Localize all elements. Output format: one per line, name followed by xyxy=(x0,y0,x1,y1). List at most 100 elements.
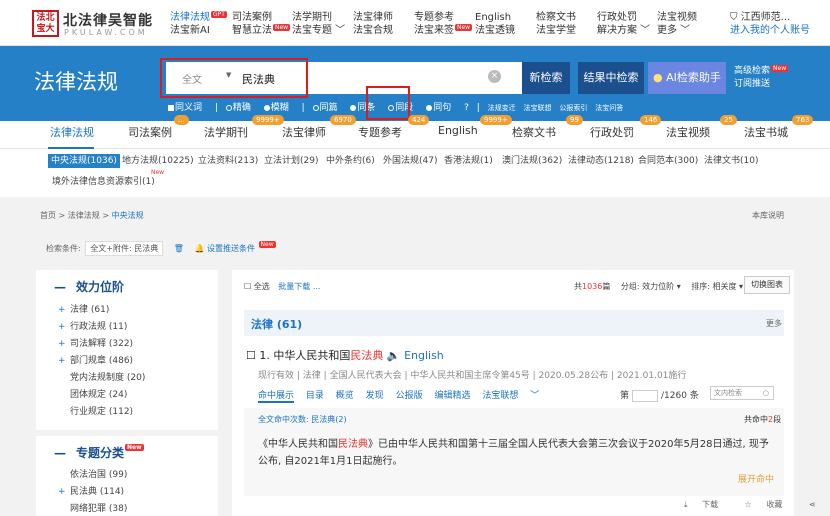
nav-topics[interactable]: 法宝专题 xyxy=(292,25,332,36)
tab-journals[interactable]: 法学期刊 xyxy=(204,124,248,140)
link-gazette-index[interactable]: 公报索引 xyxy=(559,104,587,112)
advanced-search-link[interactable]: 高级检索 xyxy=(734,66,770,76)
action-editor-picks[interactable]: 编辑精选 xyxy=(434,391,470,401)
nav-new-ai[interactable]: 法宝新AI xyxy=(170,24,227,37)
sort-select[interactable]: 排序: 相关度 xyxy=(691,282,736,291)
subscribe-link[interactable]: 订阅推送 xyxy=(734,78,788,91)
caret-down-icon[interactable]: ▾ xyxy=(674,282,681,291)
filter-title[interactable]: — 专题分类 New xyxy=(54,444,144,461)
action-overview[interactable]: 概览 xyxy=(336,391,354,401)
filter-item[interactable]: + 行政法规 (11) xyxy=(58,319,127,332)
subcat-local[interactable]: 地方法规(10225) xyxy=(122,154,194,168)
filter-item[interactable]: + 司法解释 (322) xyxy=(58,336,133,349)
filter-title[interactable]: — 效力位阶 xyxy=(54,278,124,295)
filter-item[interactable]: + 部门规章 (486) xyxy=(58,353,133,366)
trash-icon[interactable]: 🗑 xyxy=(174,244,184,253)
switch-chart-button[interactable]: 切换图表 xyxy=(744,276,790,294)
nav-col-procuratorate[interactable]: 检察文书 法宝学堂 xyxy=(536,11,576,37)
more-icon[interactable]: ... xyxy=(313,282,321,291)
clear-icon[interactable]: × xyxy=(488,70,501,83)
subcat-treaties[interactable]: 中外条约(6) xyxy=(326,154,375,168)
same-sentence-option[interactable]: 同句 xyxy=(426,103,456,113)
personal-account-link[interactable]: 进入我的个人账号 xyxy=(730,24,810,37)
tab-lawyers[interactable]: 法宝律师 xyxy=(282,124,326,140)
caret-down-icon[interactable]: ▾ xyxy=(737,282,743,291)
nav-lawyers[interactable]: 法宝律师 xyxy=(353,11,393,24)
precise-option[interactable]: 精确 xyxy=(225,103,256,113)
set-push-condition-link[interactable]: 设置推送条件 xyxy=(207,244,255,253)
tab-penalty[interactable]: 行政处罚 xyxy=(590,124,634,140)
action-discover[interactable]: 发现 xyxy=(366,391,384,401)
nav-video[interactable]: 法宝视频 xyxy=(657,11,697,24)
action-hits[interactable]: 命中展示 xyxy=(258,391,294,401)
favorite-button[interactable]: ☆ 收藏 xyxy=(733,500,783,509)
filter-item[interactable]: + 法律 (61) xyxy=(58,302,109,315)
synonym-option[interactable]: 同义词 xyxy=(168,103,207,113)
link-association[interactable]: 法宝联想 xyxy=(524,104,552,112)
share-button[interactable]: ⋖ 分享 xyxy=(797,500,830,509)
ai-search-assistant-button[interactable]: ● AI检索助手 xyxy=(648,62,726,94)
select-all-checkbox[interactable]: ☐ 全选 xyxy=(244,282,270,291)
user-org[interactable]: 江西师范... xyxy=(741,12,791,23)
crumb-home[interactable]: 首页 xyxy=(40,211,56,220)
same-piece-option[interactable]: 同篇 xyxy=(312,103,343,113)
nav-col-video[interactable]: 法宝视频 更多 ﹀ xyxy=(657,11,697,37)
nav-col-journals[interactable]: 法学期刊 法宝专题 ﹀ xyxy=(292,11,345,37)
subcat-news[interactable]: 法律动态(1218) xyxy=(568,154,634,168)
action-association[interactable]: 法宝联想 ﹀ xyxy=(482,391,548,401)
section-more-link[interactable]: 更多 xyxy=(766,318,782,329)
filter-item[interactable]: 依法治国 (99) xyxy=(70,467,127,480)
nav-compliance[interactable]: 法宝合规 xyxy=(353,24,393,37)
filter-item[interactable]: 团体规定 (24) xyxy=(70,387,127,400)
tab-reference[interactable]: 专题参考 xyxy=(358,124,402,140)
subcat-legislative-materials[interactable]: 立法资料(213) xyxy=(198,154,258,168)
nav-more[interactable]: 更多 xyxy=(657,25,677,36)
nav-sign[interactable]: 法宝来签 xyxy=(414,25,454,36)
subcat-central[interactable]: 中央法规(1036) xyxy=(48,154,120,168)
subcat-documents[interactable]: 法律文书(10) xyxy=(704,154,758,168)
subcat-foreign[interactable]: 外国法规(47) xyxy=(383,154,437,168)
action-gazette[interactable]: 公报版 xyxy=(396,391,423,401)
tab-bookstore[interactable]: 法宝书城 xyxy=(744,124,788,140)
fuzzy-option[interactable]: 模糊 xyxy=(263,103,294,113)
nav-lens[interactable]: 法宝透镜 xyxy=(475,24,515,37)
subcat-legislative-plans[interactable]: 立法计划(29) xyxy=(264,154,318,168)
nav-col-reference[interactable]: 专题参考 法宝来签 New xyxy=(414,11,473,37)
subcat-hongkong[interactable]: 香港法规(1) xyxy=(444,154,493,168)
link-law-changes[interactable]: 法规变迁 xyxy=(488,104,516,112)
filter-item[interactable]: 党内法规制度 (20) xyxy=(70,370,145,383)
result-title-link[interactable]: 中华人民共和国民法典 xyxy=(273,349,383,362)
result-checkbox[interactable]: ☐ xyxy=(246,349,259,362)
section-title[interactable]: 法律 (61) xyxy=(251,316,302,332)
nav-cases[interactable]: 司法案例 xyxy=(232,11,290,24)
nav-col-english[interactable]: English 法宝透镜 xyxy=(475,11,515,37)
nav-col-laws[interactable]: 法律法规 GPT 法宝新AI xyxy=(170,11,227,37)
nav-solutions[interactable]: 解决方案 xyxy=(597,25,637,36)
tab-cases[interactable]: 司法案例 xyxy=(128,124,172,140)
subcat-macau[interactable]: 澳门法规(362) xyxy=(502,154,562,168)
help-icon[interactable]: ? xyxy=(464,103,469,113)
group-select[interactable]: 分组: 效力位阶 xyxy=(621,282,674,291)
download-button[interactable]: ⤓ 下载 xyxy=(672,500,718,509)
search-in-results-button[interactable]: 结果中检索 xyxy=(578,62,644,94)
action-toc[interactable]: 目录 xyxy=(306,391,324,401)
collapse-icon[interactable]: — xyxy=(54,280,66,294)
tab-english[interactable]: English xyxy=(438,124,478,137)
article-number-input[interactable] xyxy=(632,389,659,402)
nav-journals[interactable]: 法学期刊 xyxy=(292,11,345,24)
tab-video[interactable]: 法宝视频 xyxy=(666,124,710,140)
filter-item[interactable]: 行业规定 (112) xyxy=(70,404,133,417)
nav-penalty[interactable]: 行政处罚 xyxy=(597,11,650,24)
subcat-overseas-index[interactable]: 境外法律信息资源索引(1) xyxy=(52,175,155,189)
user-area[interactable]: ⛉ 江西师范... 进入我的个人账号 xyxy=(730,11,810,37)
speaker-icon[interactable]: 🔈 xyxy=(387,349,401,362)
nav-col-cases[interactable]: 司法案例 智慧立法 New xyxy=(232,11,291,37)
library-help-link[interactable]: 本库说明 xyxy=(752,210,784,221)
nav-col-penalty[interactable]: 行政处罚 解决方案 ﹀ xyxy=(597,11,650,37)
collapse-icon[interactable]: — xyxy=(54,446,66,460)
filter-item[interactable]: + 民法典 (114) xyxy=(58,484,124,497)
tab-procuratorate[interactable]: 检察文书 xyxy=(512,124,556,140)
nav-procuratorate[interactable]: 检察文书 xyxy=(536,11,576,24)
english-link[interactable]: English xyxy=(404,349,444,362)
crumb-lib[interactable]: 法律法规 xyxy=(68,211,100,220)
